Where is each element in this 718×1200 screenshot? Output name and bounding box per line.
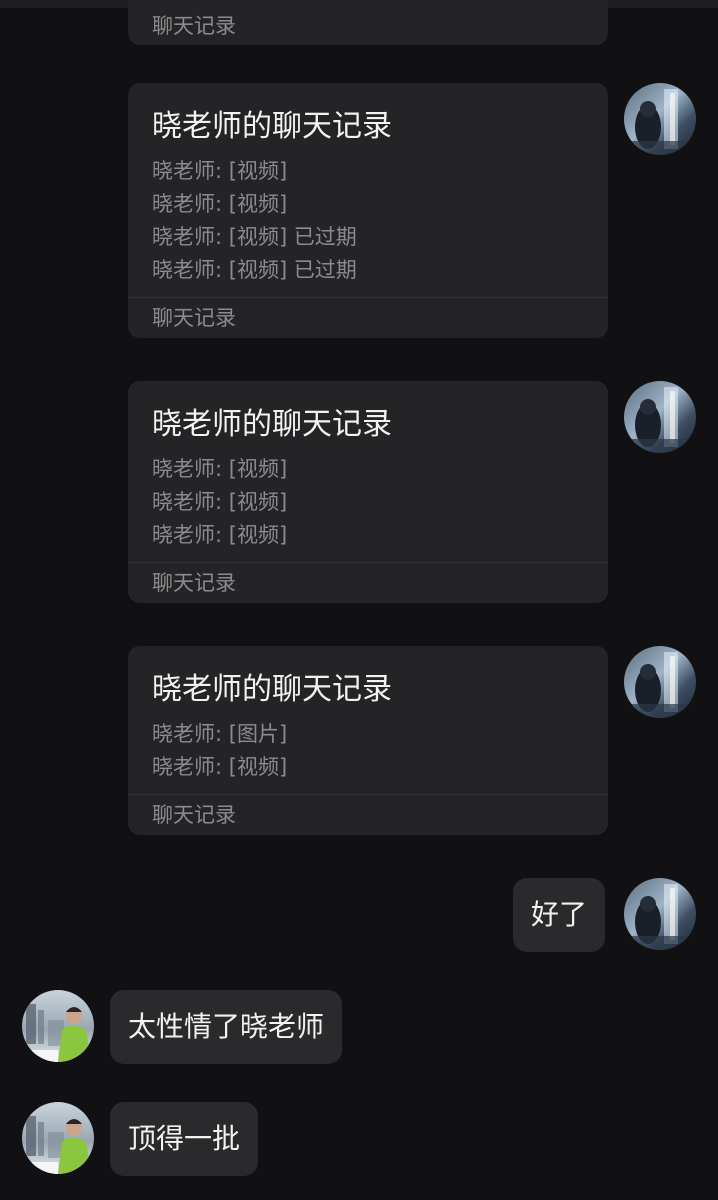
self-avatar[interactable] — [624, 646, 696, 718]
self-avatar[interactable] — [624, 878, 696, 950]
contact-avatar[interactable] — [22, 990, 94, 1062]
card-footer-label: 聊天记录 — [128, 562, 608, 603]
card-title: 晓老师的聊天记录 — [152, 672, 392, 707]
contact-avatar[interactable] — [22, 1102, 94, 1174]
card-preview-line: 晓老师: [视频] — [152, 523, 288, 547]
card-preview-line: 晓老师: [视频] — [152, 755, 288, 779]
chat-record-card[interactable]: 晓老师的聊天记录 晓老师: [图片] 晓老师: [视频] 聊天记录 — [128, 646, 608, 835]
card-preview-line: 晓老师: [视频] 已过期 — [152, 258, 357, 282]
chat-record-card[interactable]: 晓老师的聊天记录 晓老师: [视频] 晓老师: [视频] 晓老师: [视频] 已… — [128, 83, 608, 338]
message-bubble-other[interactable]: 太性情了晓老师 — [110, 990, 343, 1064]
self-avatar[interactable] — [624, 381, 696, 453]
chat-record-card[interactable]: 晓老师的聊天记录 晓老师: [视频] 晓老师: [视频] 晓老师: [视频] 聊… — [128, 381, 608, 603]
card-title: 晓老师的聊天记录 — [152, 109, 392, 144]
message-bubble-other[interactable]: 顶得一批 — [110, 1102, 259, 1176]
card-footer-label: 聊天记录 — [128, 794, 608, 835]
card-preview-line: 晓老师: [视频] — [152, 159, 288, 183]
card-title: 晓老师的聊天记录 — [152, 407, 392, 442]
card-preview-line: 晓老师: [视频] — [152, 490, 288, 514]
message-bubble-self[interactable]: 好了 — [513, 878, 606, 952]
card-preview-line: 晓老师: [视频] — [152, 457, 288, 481]
card-preview-line: 晓老师: [图片] — [152, 722, 288, 746]
card-footer-label: 聊天记录 — [128, 297, 608, 338]
chat-record-card-partial[interactable]: 聊天记录 — [128, 0, 608, 45]
card-preview-line: 晓老师: [视频] — [152, 192, 288, 216]
card-preview-line: 晓老师: [视频] 已过期 — [152, 225, 357, 249]
card-footer-label: 聊天记录 — [152, 14, 236, 38]
self-avatar[interactable] — [624, 83, 696, 155]
